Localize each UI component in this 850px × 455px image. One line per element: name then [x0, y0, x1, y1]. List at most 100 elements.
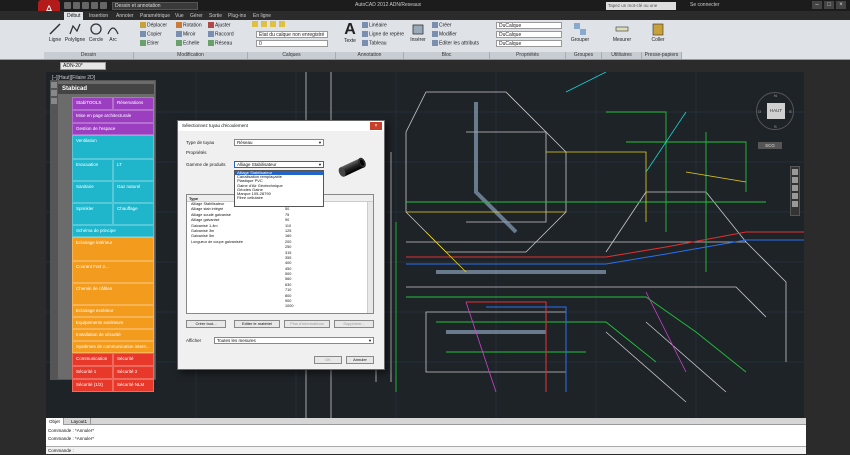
tab-model[interactable]: Objet	[46, 418, 64, 425]
viewcube-top-face[interactable]: HAUT	[767, 103, 785, 119]
text-button[interactable]: A Texte	[342, 22, 358, 45]
palette-tool-button[interactable]: Ventilation	[72, 135, 154, 159]
save-icon[interactable]	[82, 2, 89, 9]
panel-label-groups[interactable]: Groupes	[566, 52, 602, 59]
maximize-button[interactable]: □	[824, 1, 834, 9]
command-input[interactable]: Commande :	[46, 446, 806, 454]
viewcube-east[interactable]: E	[789, 109, 792, 114]
palette-tool-button[interactable]: Sanitaire	[72, 181, 113, 203]
palette-autohide-icon[interactable]	[51, 90, 57, 96]
palette-tool-button[interactable]: Gaz naturel	[113, 181, 154, 203]
panel-label-utilities[interactable]: Utilitaires	[602, 52, 642, 59]
drawing-canvas[interactable]: [–][Haut][Filaire 2D] N S E O HAUT SCG	[46, 72, 804, 418]
palette-tool-button[interactable]: Sécurité 2	[113, 366, 154, 379]
palette-tool-button[interactable]: Sécurité 1	[72, 366, 113, 379]
group-button[interactable]: Grouper	[570, 22, 590, 43]
layer-state-icon[interactable]	[261, 21, 267, 27]
redo-icon[interactable]	[100, 2, 107, 9]
palette-tool-button[interactable]: Chauffage	[113, 203, 154, 225]
leader-button[interactable]: Ligne de repère	[362, 31, 404, 37]
palette-tool-button[interactable]: LT	[113, 159, 154, 181]
palette-tool-button[interactable]: Gestion de l'espace	[72, 123, 154, 135]
dropdown-option[interactable]: Fibre cellulaire	[235, 196, 323, 200]
panel-label-clipboard[interactable]: Presse-papiers	[642, 52, 682, 59]
panel-label-annotation[interactable]: Annotation	[336, 52, 404, 59]
line-button[interactable]: Ligne	[46, 22, 64, 43]
layer-lock-icon[interactable]	[279, 21, 285, 27]
palette-tool-button[interactable]: Sprinkler	[72, 203, 113, 225]
workspace-selector[interactable]: Dessin et annotation	[112, 2, 198, 10]
ok-button[interactable]: OK	[314, 356, 342, 364]
zoom-icon[interactable]	[792, 185, 798, 191]
show-filter-select[interactable]: Toutes les mesures ▼	[214, 337, 374, 344]
linetype-dropdown[interactable]: DuCalque	[496, 31, 562, 38]
pan-icon[interactable]	[792, 177, 798, 183]
layer-dropdown[interactable]: 0	[256, 40, 328, 47]
palette-close-icon[interactable]	[51, 82, 57, 88]
mirror-button[interactable]: Miroir	[176, 31, 196, 37]
palette-tool-button[interactable]: Sécurité	[113, 353, 154, 366]
insert-block-button[interactable]: Insérer	[408, 22, 428, 43]
palette-tool-button[interactable]: Eclairage intérieur	[72, 237, 154, 261]
orbit-icon[interactable]	[792, 193, 798, 199]
viewcube-west[interactable]: O	[758, 109, 761, 114]
palette-tool-button[interactable]: Mise en page architecturale	[72, 110, 154, 123]
viewcube-north[interactable]: N	[774, 93, 777, 98]
new-icon[interactable]	[64, 2, 71, 9]
tab-output[interactable]: Sortie	[206, 12, 225, 20]
panel-label-block[interactable]: Bloc	[404, 52, 490, 59]
palette-tool-button[interactable]: Courant Fort 2...	[72, 261, 154, 283]
open-icon[interactable]	[73, 2, 80, 9]
panel-label-modify[interactable]: Modification	[134, 52, 248, 59]
drawing-tab[interactable]: ADN-20*	[60, 62, 106, 70]
edit-material-button[interactable]: Editer le matériel	[234, 320, 280, 328]
palette-tool-button[interactable]: Evacuation	[72, 159, 113, 181]
showmotion-icon[interactable]	[792, 201, 798, 207]
edit-block-button[interactable]: Modifier	[432, 31, 457, 37]
palette-tool-button[interactable]: Equipements extérieurs	[72, 317, 154, 329]
create-all-button[interactable]: Créer tout...	[186, 320, 226, 328]
close-button[interactable]: ×	[836, 1, 846, 9]
palette-properties-icon[interactable]	[51, 98, 57, 104]
trim-button[interactable]: Ajuster	[208, 22, 231, 28]
steering-wheel-icon[interactable]	[792, 169, 798, 175]
palette-tool-button[interactable]: Installation de sécurité	[72, 329, 154, 341]
tab-insert[interactable]: Insertion	[86, 12, 111, 20]
tab-online[interactable]: En ligne	[250, 12, 274, 20]
paste-button[interactable]: Coller	[648, 22, 668, 43]
arc-button[interactable]: Arc	[106, 22, 120, 43]
palette-tool-button[interactable]: Réservations	[113, 97, 154, 110]
lineweight-dropdown[interactable]: DuCalque	[496, 40, 562, 47]
palette-tool-button[interactable]: Schéma de principe	[72, 225, 154, 237]
color-dropdown[interactable]: DuCalque	[496, 22, 562, 29]
tab-plugins[interactable]: Plug-ins	[225, 12, 249, 20]
product-range-select[interactable]: Alliage Stabilisateur ▼	[234, 161, 324, 168]
measure-button[interactable]: Mesurer	[610, 22, 634, 43]
copy-button[interactable]: Copier	[140, 31, 162, 37]
circle-button[interactable]: Cercle	[88, 22, 104, 43]
layer-freeze-icon[interactable]	[270, 21, 276, 27]
pipe-list-scrollbar[interactable]	[367, 202, 373, 313]
array-button[interactable]: Réseau	[208, 40, 232, 46]
panel-label-properties[interactable]: Propriétés	[490, 52, 566, 59]
move-button[interactable]: Déplacer	[140, 22, 167, 28]
palette-tool-button[interactable]: Chemin de câbles	[72, 283, 154, 305]
sign-in-link[interactable]: Se connecter	[690, 2, 719, 8]
cancel-button[interactable]: Annuler	[346, 356, 374, 364]
more-info-button[interactable]: Plus d'informations	[284, 320, 330, 328]
panel-label-layers[interactable]: Calques	[248, 52, 336, 59]
dialog-close-button[interactable]: ×	[370, 122, 382, 130]
pipe-list-header-type[interactable]: Type	[189, 196, 198, 201]
fillet-button[interactable]: Raccord	[208, 31, 234, 37]
viewcube-south[interactable]: S	[774, 124, 777, 129]
table-button[interactable]: Tableau	[362, 40, 387, 46]
tab-manage[interactable]: Gérer	[187, 12, 206, 20]
stretch-button[interactable]: Etirer	[140, 40, 159, 46]
polyline-button[interactable]: Polyligne	[64, 22, 86, 43]
tab-home[interactable]: Début	[64, 12, 84, 20]
tab-annotate[interactable]: Annoter	[113, 12, 137, 20]
list-item[interactable]: 1000	[187, 304, 373, 309]
rotate-button[interactable]: Rotation	[176, 22, 202, 28]
tab-layout1[interactable]: Layout1	[68, 418, 92, 425]
palette-tool-button[interactable]: Sécurité (1/2)	[72, 379, 113, 392]
